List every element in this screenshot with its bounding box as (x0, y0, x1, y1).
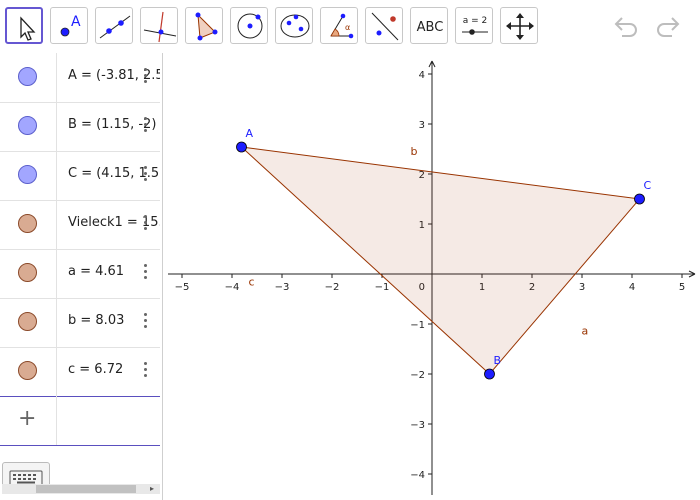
algebra-item-A[interactable]: A = (-3.81, 2.54) (0, 53, 160, 103)
algebra-item-c[interactable]: c = 6.72 (0, 347, 160, 397)
more-options-icon[interactable] (142, 313, 150, 333)
ellipse-icon (280, 14, 310, 38)
x-tick-label: −1 (375, 282, 390, 293)
x-tick-label: −5 (175, 282, 190, 293)
algebra-input-row[interactable]: + (0, 396, 160, 446)
y-tick-label: −1 (410, 320, 425, 331)
more-options-icon[interactable] (142, 166, 150, 186)
visibility-marble-icon[interactable] (18, 116, 37, 135)
undo-icon[interactable] (612, 12, 644, 40)
visibility-marble-icon[interactable] (18, 263, 37, 282)
polygon-icon (195, 12, 218, 41)
row-divider (56, 53, 57, 102)
move-tool[interactable] (5, 7, 43, 44)
more-options-icon[interactable] (142, 215, 150, 235)
visibility-marble-icon[interactable] (18, 67, 37, 86)
row-divider (56, 249, 57, 298)
algebra-view: A = (-3.81, 2.54) B = (1.15, -2) C = (4.… (0, 53, 163, 500)
ellipse-tool[interactable] (275, 7, 313, 44)
visibility-marble-icon[interactable] (18, 214, 37, 233)
circle-icon (237, 13, 263, 39)
redo-icon[interactable] (650, 12, 682, 40)
row-divider (56, 396, 57, 445)
y-tick-label: −2 (410, 370, 425, 381)
point-C (634, 193, 645, 205)
side-label-a: a (582, 325, 589, 338)
graphics-canvas[interactable]: −5−4−3−2−1123454321−1−2−3−40bacABC (163, 53, 700, 500)
algebra-item-C[interactable]: C = (4.15, 1.5) (0, 151, 160, 201)
row-divider (56, 200, 57, 249)
y-tick-label: 4 (419, 70, 425, 81)
x-tick-label: 5 (679, 282, 685, 293)
cursor-arrow-icon (20, 16, 36, 41)
line-tool[interactable] (95, 7, 133, 44)
y-tick-label: −3 (410, 420, 425, 431)
circle-tool[interactable] (230, 7, 268, 44)
point-icon: A (60, 14, 81, 37)
y-tick-label: −4 (410, 470, 425, 481)
line-icon (99, 15, 131, 39)
slider-tool-label: a = 2 (463, 16, 488, 26)
slider-tool[interactable]: a = 2 (455, 7, 493, 44)
toolbar: A α ABC a = 2 (0, 0, 700, 54)
visibility-marble-icon[interactable] (18, 165, 37, 184)
angle-tool[interactable]: α (320, 7, 358, 44)
triangle-polygon (239, 146, 641, 375)
point-label-A: A (246, 127, 254, 140)
algebra-item-B[interactable]: B = (1.15, -2) (0, 102, 160, 152)
perpendicular-line-tool[interactable] (140, 7, 178, 44)
text-tool[interactable]: ABC (410, 7, 448, 44)
row-divider (56, 298, 57, 347)
point-tool[interactable]: A (50, 7, 88, 44)
svg-text:A: A (71, 14, 81, 30)
side-label-b: b (411, 145, 418, 158)
x-tick-label: 3 (579, 282, 585, 293)
algebra-item-vieleck1[interactable]: Vieleck1 = 15.4 (0, 200, 160, 250)
perpendicular-icon (143, 11, 177, 43)
row-divider (56, 347, 57, 396)
move-graphics-tool[interactable] (500, 7, 538, 44)
row-divider (56, 102, 57, 151)
row-divider (56, 151, 57, 200)
point-A (236, 141, 247, 153)
reflect-tool[interactable] (365, 7, 403, 44)
scrollbar-thumb[interactable] (36, 485, 136, 493)
point-label-C: C (644, 179, 652, 192)
reflect-icon (371, 12, 399, 41)
more-options-icon[interactable] (142, 264, 150, 284)
visibility-marble-icon[interactable] (18, 312, 37, 331)
add-icon[interactable]: + (18, 406, 36, 431)
y-tick-label: 3 (419, 120, 425, 131)
more-options-icon[interactable] (142, 68, 150, 88)
move-arrows-icon (506, 13, 534, 40)
x-tick-label: −3 (275, 282, 290, 293)
point-label-B: B (494, 354, 502, 367)
algebra-item-b[interactable]: b = 8.03 (0, 298, 160, 348)
side-label-c: c (249, 276, 255, 289)
more-options-icon[interactable] (142, 362, 150, 382)
svg-text:α: α (345, 23, 350, 32)
horizontal-scrollbar[interactable]: ▸ (2, 484, 160, 494)
slider-icon: a = 2 (462, 16, 488, 35)
point-B (484, 368, 495, 380)
x-tick-label: 4 (629, 282, 635, 293)
text-tool-label: ABC (417, 20, 444, 35)
x-tick-label: −2 (325, 282, 340, 293)
polygon-tool[interactable] (185, 7, 223, 44)
x-tick-label: −4 (225, 282, 240, 293)
text-icon: ABC (417, 20, 444, 35)
more-options-icon[interactable] (142, 117, 150, 137)
algebra-item-a[interactable]: a = 4.61 (0, 249, 160, 299)
angle-icon: α (330, 13, 354, 39)
graphics-view[interactable]: −5−4−3−2−1123454321−1−2−3−40bacABC (163, 53, 700, 500)
visibility-marble-icon[interactable] (18, 361, 37, 380)
scroll-right-arrow-icon[interactable]: ▸ (150, 484, 154, 493)
